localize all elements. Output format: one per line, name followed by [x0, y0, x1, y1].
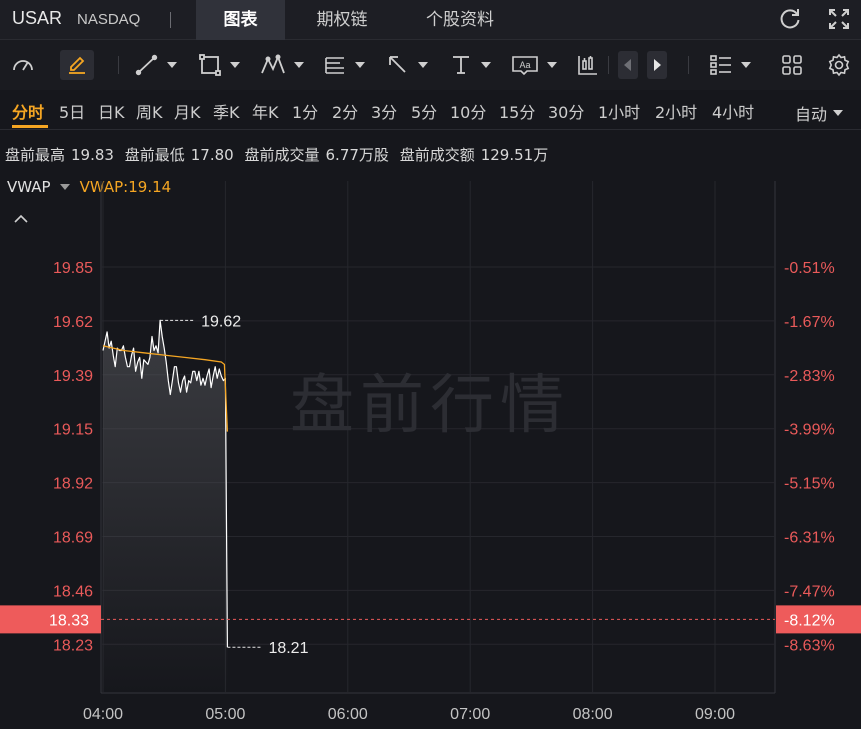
grid-icon[interactable] — [780, 52, 804, 78]
period-selector: 自动 分时 5日 日K 周K 月K 季K 年K 1分 2分 3分 5分 10分 15分 30分 1小时 2小时… — [0, 90, 861, 130]
period-2[interactable]: 日K — [98, 99, 125, 123]
period-12[interactable]: 15分 — [499, 99, 535, 123]
tab-stock-profile[interactable]: 个股资料 — [400, 0, 520, 40]
active-period-underline — [12, 125, 48, 128]
period-0[interactable]: 分时 — [12, 99, 44, 123]
y-tick-label: 18.46 — [53, 583, 93, 600]
x-tick-label: 06:00 — [328, 706, 368, 723]
y-tick-label: 18.23 — [53, 637, 93, 654]
premarket-turnover-value: 129.51万 — [480, 146, 549, 164]
premarket-turnover-label: 盘前成交额 — [399, 146, 475, 164]
current-pct-label: -8.12% — [784, 612, 835, 629]
y-pct-tick-label: -2.83% — [784, 368, 835, 385]
ticker-symbol: USAR — [12, 8, 63, 28]
x-tick-label: 07:00 — [450, 706, 490, 723]
label-tool-icon[interactable]: Aa — [511, 52, 557, 78]
header-divider — [170, 12, 171, 28]
toolbar-divider — [688, 56, 689, 74]
period-5[interactable]: 季K — [213, 99, 240, 123]
text-tool-icon[interactable] — [449, 52, 491, 78]
current-price-label: 18.33 — [49, 612, 89, 629]
candlestick-tool-icon[interactable] — [576, 52, 600, 78]
toolbar-divider — [608, 56, 609, 74]
intraday-chart[interactable]: 盘前行情 19.85 -0.51% 19.62 -1.67% 19.39 -2.83% 19… — [0, 172, 861, 729]
layout-list-icon[interactable] — [709, 52, 751, 78]
y-pct-tick-label: -6.31% — [784, 530, 835, 547]
y-pct-tick-label: -0.51% — [784, 260, 835, 277]
period-7[interactable]: 1分 — [292, 99, 318, 123]
expand-icon[interactable] — [826, 6, 852, 32]
watermark: 盘前行情 — [290, 369, 570, 443]
y-tick-label: 19.15 — [53, 422, 93, 439]
y-tick-label: 19.85 — [53, 260, 93, 277]
prev-arrow-icon[interactable] — [618, 51, 638, 79]
svg-text:Aa: Aa — [519, 60, 530, 70]
y-tick-label: 19.39 — [53, 368, 93, 385]
tab-options-chain-label: 期权链 — [316, 10, 368, 30]
premarket-high-value: 19.83 — [71, 146, 114, 164]
pattern-tool-icon[interactable] — [260, 52, 304, 78]
period-11[interactable]: 10分 — [450, 99, 486, 123]
premarket-low-value: 17.80 — [190, 146, 234, 164]
exchange-name: NASDAQ — [77, 11, 141, 28]
line-tool-icon[interactable] — [135, 52, 177, 78]
y-tick-label: 18.69 — [53, 530, 93, 547]
tab-stock-profile-label: 个股资料 — [426, 10, 494, 30]
period-8[interactable]: 2分 — [332, 99, 358, 123]
y-pct-tick-label: -1.67% — [784, 314, 835, 331]
period-16[interactable]: 4小时 — [712, 99, 754, 123]
period-6[interactable]: 年K — [252, 99, 279, 123]
period-4[interactable]: 月K — [174, 99, 201, 123]
premarket-volume-value: 6.77万股 — [325, 146, 389, 164]
period-13[interactable]: 30分 — [548, 99, 584, 123]
x-tick-label: 09:00 — [695, 706, 735, 723]
premarket-low-label: 盘前最低 — [124, 146, 185, 164]
draw-pencil-icon[interactable] — [60, 50, 94, 80]
fibonacci-tool-icon[interactable] — [323, 52, 365, 78]
auto-scale-dropdown[interactable]: 自动 — [795, 101, 844, 125]
period-1[interactable]: 5日 — [59, 99, 85, 123]
period-3[interactable]: 周K — [136, 99, 163, 123]
min-annotation-label: 18.21 — [268, 640, 308, 657]
next-arrow-icon[interactable] — [647, 51, 667, 79]
indicator-gauge-icon[interactable] — [10, 52, 36, 78]
price-area — [103, 320, 228, 693]
premarket-high-label: 盘前最高 — [5, 146, 66, 164]
x-tick-label: 08:00 — [573, 706, 613, 723]
tab-options-chain[interactable]: 期权链 — [294, 0, 390, 40]
tab-chart[interactable]: 图表 — [196, 0, 285, 40]
arrow-tool-icon[interactable] — [386, 52, 428, 78]
chevron-down-icon — [833, 110, 844, 116]
y-pct-tick-label: -7.47% — [784, 583, 835, 600]
max-annotation-label: 19.62 — [201, 313, 241, 330]
y-pct-tick-label: -3.99% — [784, 422, 835, 439]
premarket-volume-label: 盘前成交量 — [244, 146, 320, 164]
period-9[interactable]: 3分 — [371, 99, 397, 123]
y-tick-label: 18.92 — [53, 476, 93, 493]
period-15[interactable]: 2小时 — [655, 99, 697, 123]
top-bar: USAR NASDAQ 图表 期权链 个股资料 — [0, 0, 861, 40]
auto-scale-label: 自动 — [795, 105, 828, 124]
x-tick-label: 04:00 — [83, 706, 123, 723]
drawing-toolbar: Aa — [0, 40, 861, 90]
premarket-stats: 盘前最高 19.83 盘前最低 17.80 盘前成交量 6.77万股 盘前成交额 129… — [5, 144, 554, 165]
toolbar-divider — [118, 56, 119, 74]
refresh-icon[interactable] — [777, 6, 803, 32]
tab-chart-label: 图表 — [223, 10, 258, 30]
y-pct-tick-label: -8.63% — [784, 637, 835, 654]
rectangle-tool-icon[interactable] — [198, 52, 240, 78]
period-10[interactable]: 5分 — [411, 99, 437, 123]
y-pct-tick-label: -5.15% — [784, 476, 835, 493]
settings-icon[interactable] — [827, 52, 851, 78]
y-tick-label: 19.62 — [53, 314, 93, 331]
x-tick-label: 05:00 — [205, 706, 245, 723]
period-14[interactable]: 1小时 — [598, 99, 640, 123]
